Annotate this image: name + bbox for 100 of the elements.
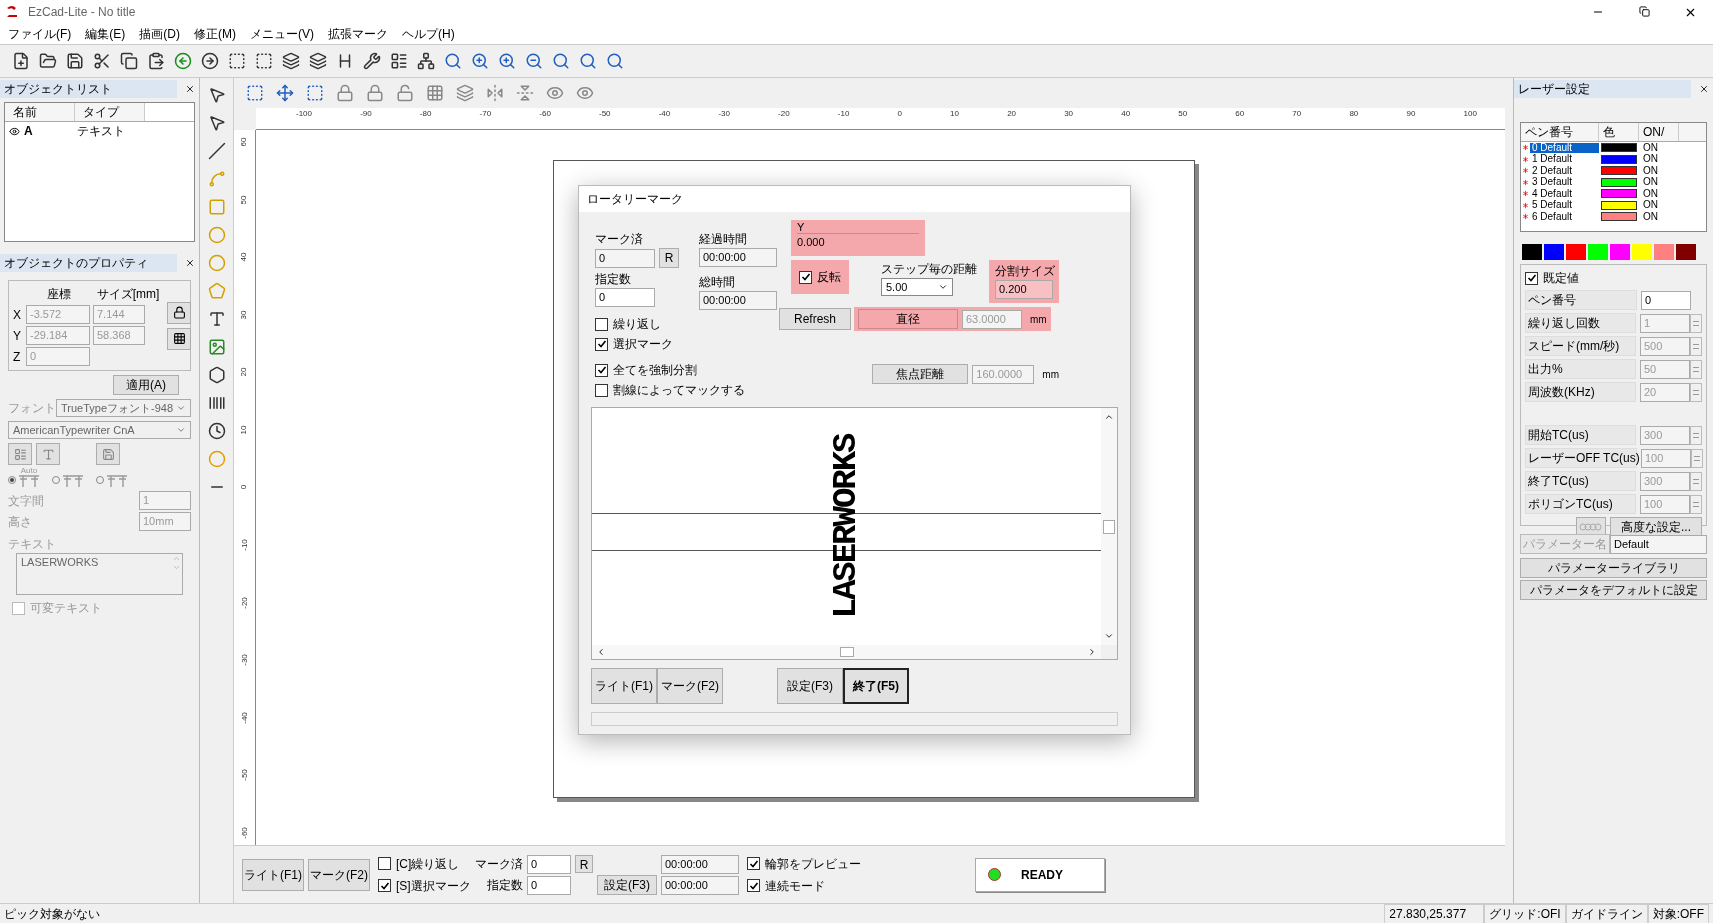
refresh-button[interactable]: Refresh — [779, 308, 851, 330]
palette-swatch[interactable] — [1522, 244, 1542, 260]
focus-distance-button[interactable]: 焦点距離 — [872, 364, 969, 384]
checkbox[interactable] — [595, 363, 608, 377]
eye-icon[interactable] — [9, 125, 20, 137]
input-field[interactable]: 0.200 — [995, 280, 1053, 299]
light-button[interactable]: ライト(F1) — [242, 858, 304, 891]
horizontal-scrollbar[interactable] — [592, 645, 1101, 659]
dialog-button[interactable]: ライト(F1) — [591, 668, 657, 704]
diameter-button[interactable]: 直径 — [858, 309, 958, 329]
close-icon[interactable] — [185, 84, 195, 94]
input-field[interactable]: 0 — [595, 248, 655, 268]
input-field[interactable]: 0 — [1641, 290, 1691, 310]
scroll-thumb[interactable] — [1103, 519, 1115, 534]
library-button[interactable]: パラメーターライブラリ — [1520, 558, 1707, 578]
status-snap: 対象:OFF — [1647, 903, 1709, 923]
font-type-dropdown[interactable]: TrueTypeフォント-948 — [56, 399, 191, 417]
close-icon[interactable] — [185, 258, 195, 268]
table-cell-text: A — [23, 123, 34, 140]
close-icon[interactable] — [1699, 84, 1709, 94]
param-label: 周波数(KHz) — [1525, 382, 1636, 402]
save-button[interactable] — [96, 443, 120, 465]
column-header[interactable]: タイプ — [75, 103, 145, 121]
grid-button[interactable] — [167, 327, 191, 350]
reset-button[interactable]: R — [575, 855, 593, 873]
vertical-scrollbar[interactable] — [1101, 408, 1117, 645]
ruler-label: -50 — [238, 769, 250, 782]
ruler-label: 20 — [1007, 108, 1017, 120]
checkbox[interactable] — [747, 879, 760, 892]
input-field[interactable]: 00:00:00 — [661, 875, 739, 895]
pen-name[interactable]: 1 Default — [1530, 154, 1599, 165]
checkbox-label: 選択マーク — [613, 336, 673, 353]
font-dropdown[interactable]: AmericanTypewriter CnA — [8, 421, 191, 439]
scroll-left-icon[interactable] — [596, 647, 606, 657]
ruler-label: -100 — [296, 108, 312, 120]
input-field[interactable]: 0 — [595, 288, 655, 307]
advanced-button[interactable]: 高度な設定... — [1610, 517, 1702, 537]
checkbox[interactable] — [747, 857, 760, 870]
scroll-thumb[interactable] — [839, 647, 854, 657]
dialog-button[interactable]: 終了(F5) — [843, 668, 909, 704]
menu-item[interactable]: 描画(D) — [139, 25, 180, 43]
scroll-right-icon[interactable] — [1087, 647, 1097, 657]
menu-item[interactable]: 編集(E) — [85, 25, 126, 43]
pen-name[interactable]: 2 Default — [1530, 165, 1599, 176]
column-header[interactable]: ペン番号 — [1521, 123, 1599, 141]
menu-item[interactable]: 修正(M) — [194, 25, 236, 43]
menu-item[interactable]: ファイル(F) — [8, 25, 72, 43]
save-icon — [101, 447, 115, 461]
reset-button[interactable]: R — [659, 248, 679, 268]
menu-item[interactable]: ヘルプ(H) — [402, 25, 455, 43]
scroll-down-icon[interactable] — [1104, 631, 1114, 641]
pen-name[interactable]: 3 Default — [1530, 177, 1599, 188]
dialog-button[interactable]: マーク(F2) — [657, 668, 723, 704]
checkbox[interactable] — [595, 337, 608, 351]
menu-item[interactable]: 拡張マーク — [328, 25, 388, 43]
radio-button[interactable] — [8, 476, 16, 484]
ruler-label: 0 — [897, 108, 902, 120]
input-field[interactable]: 00:00:00 — [699, 248, 777, 267]
input-field[interactable]: 0 — [527, 854, 571, 874]
font-settings-button[interactable] — [8, 443, 32, 465]
table-cell-text: ON — [1642, 200, 1658, 211]
pen-name[interactable]: 6 Default — [1530, 211, 1599, 222]
dialog-button[interactable]: 設定(F3) — [777, 668, 843, 704]
palette-swatch[interactable] — [1632, 244, 1652, 260]
palette-swatch[interactable] — [1544, 244, 1564, 260]
checkbox-label: 繰り返し — [613, 316, 661, 333]
checkbox[interactable] — [378, 857, 391, 870]
mark-button[interactable]: マーク(F2) — [308, 858, 370, 891]
input-field[interactable]: 00:00:00 — [699, 291, 777, 310]
input-field[interactable]: 00:00:00 — [661, 854, 739, 874]
pen-name[interactable]: 0 Default — [1530, 142, 1599, 153]
palette-swatch[interactable] — [1654, 244, 1674, 260]
scroll-up-icon[interactable] — [1104, 412, 1114, 422]
column-header[interactable]: 色 — [1599, 123, 1639, 141]
palette-swatch[interactable] — [1676, 244, 1696, 260]
column-header[interactable]: 名前 — [5, 103, 75, 121]
lock-button[interactable] — [167, 301, 191, 324]
input-field[interactable]: Default — [1610, 534, 1707, 554]
pen-name[interactable]: 5 Default — [1530, 200, 1599, 211]
checkbox-label: 既定値 — [1543, 270, 1579, 287]
palette-swatch[interactable] — [1610, 244, 1630, 260]
palette-swatch[interactable] — [1588, 244, 1608, 260]
ruler-label: 90 — [1406, 108, 1416, 120]
checkbox[interactable] — [1525, 271, 1538, 285]
set-default-button[interactable]: パラメータをデフォルトに設定 — [1520, 580, 1707, 600]
checkbox[interactable] — [595, 383, 608, 397]
checkbox[interactable] — [799, 270, 812, 284]
checkbox[interactable] — [378, 879, 391, 892]
settings-button[interactable]: 設定(F3) — [597, 875, 657, 895]
menu-item[interactable]: メニュー(V) — [250, 25, 314, 43]
step-dropdown[interactable]: 5.00 — [881, 278, 953, 296]
input-field[interactable]: 0 — [527, 875, 571, 895]
apply-button[interactable]: 適用(A) — [113, 375, 179, 395]
pen-name[interactable]: 4 Default — [1530, 188, 1599, 199]
ruler-label: 0 — [238, 485, 250, 490]
column-header[interactable]: ON/ — [1639, 123, 1679, 141]
checkbox[interactable] — [595, 317, 608, 331]
status-text: READY — [1021, 866, 1063, 884]
palette-swatch[interactable] — [1566, 244, 1586, 260]
checkbox[interactable] — [12, 601, 25, 615]
